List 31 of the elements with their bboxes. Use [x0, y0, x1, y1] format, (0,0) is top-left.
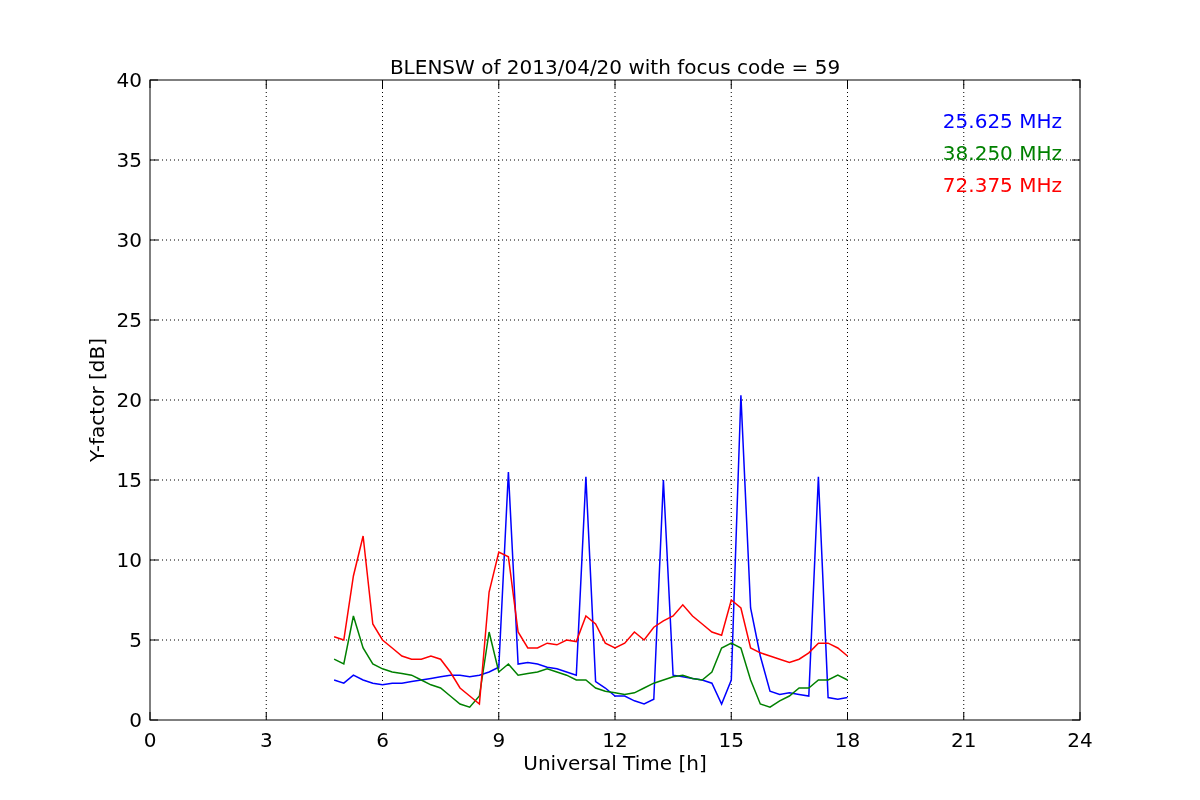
tick-label: 12: [602, 728, 628, 752]
tick-label: 0: [129, 708, 142, 732]
tick-label: 20: [116, 388, 142, 412]
tick-label: 9: [492, 728, 506, 752]
tick-label: 35: [116, 148, 142, 172]
tick-label: 5: [129, 628, 142, 652]
tick-label: 18: [834, 728, 861, 752]
tick-mark: [498, 711, 500, 721]
tick-label: 15: [116, 468, 142, 492]
x-axis-label: Universal Time [h]: [523, 751, 707, 775]
legend-label: 25.625 MHz: [942, 109, 1062, 133]
tick-mark: [847, 711, 848, 721]
tick-mark: [730, 711, 732, 721]
tick-mark: [382, 711, 383, 721]
tick-mark: [265, 711, 267, 721]
tick-label: 30: [116, 228, 142, 252]
y-axis-label: Y-factor [dB]: [85, 338, 109, 462]
tick-mark: [614, 711, 616, 721]
tick-label: 0: [143, 728, 157, 752]
tick-label: 24: [1067, 728, 1093, 752]
tick-label: 40: [116, 68, 142, 92]
tick-label: 6: [376, 728, 389, 752]
tick-label: 3: [259, 728, 273, 752]
tick-mark: [963, 711, 965, 721]
legend-label: 72.375 MHz: [942, 173, 1062, 197]
tick-label: 10: [116, 548, 142, 572]
tick-label: 21: [951, 728, 977, 752]
tick-label: 25: [116, 308, 142, 332]
chart-title: BLENSW of 2013/04/20 with focus code = 59: [389, 55, 841, 79]
tick-label: 15: [718, 728, 744, 752]
legend-label: 38.250 MHz: [942, 141, 1062, 165]
